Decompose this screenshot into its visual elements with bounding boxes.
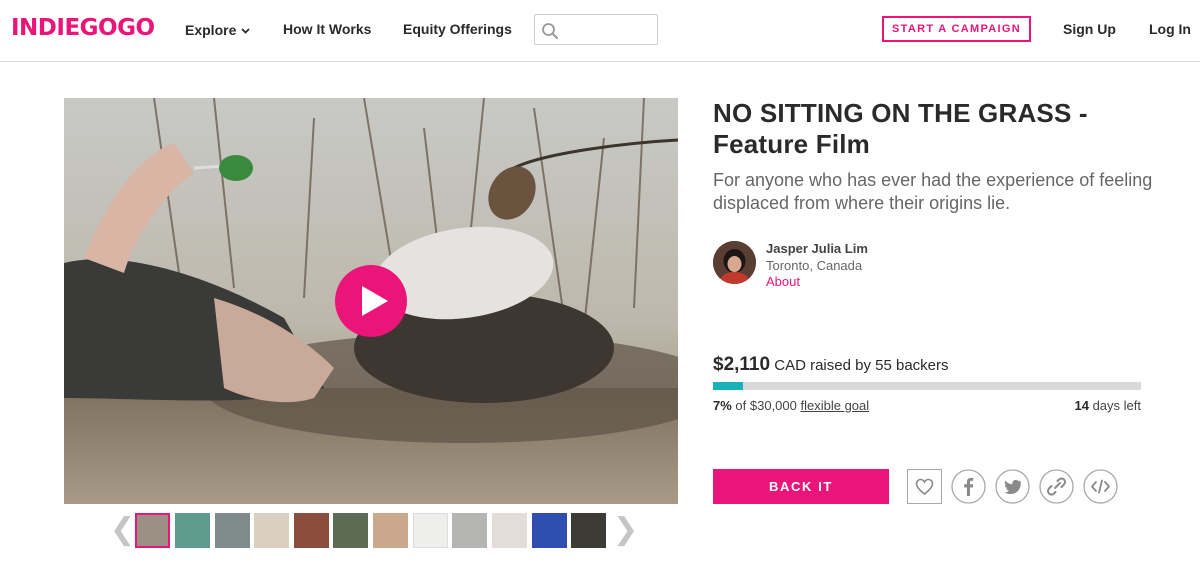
copy-link-button[interactable] — [1039, 469, 1074, 504]
thumbnail-5[interactable] — [294, 513, 329, 548]
thumbnail-12[interactable] — [571, 513, 606, 548]
thumbnail-2[interactable] — [175, 513, 210, 548]
thumbnail-4[interactable] — [254, 513, 289, 548]
nav-equity-offerings[interactable]: Equity Offerings — [403, 21, 512, 37]
funding-progress-bar — [713, 382, 1141, 390]
thumbnail-11[interactable] — [532, 513, 567, 548]
avatar-image — [713, 241, 756, 284]
days-left-label: days left — [1092, 398, 1141, 413]
thumbnail-7[interactable] — [373, 513, 408, 548]
nav-how-it-works[interactable]: How It Works — [283, 21, 371, 37]
goal-amount: of $30,000 — [735, 398, 797, 413]
percent-funded: 7% — [713, 398, 732, 413]
chevron-down-icon — [241, 21, 250, 37]
thumbnail-8[interactable] — [413, 513, 448, 548]
thumbnails-prev-arrow[interactable]: ❮ — [110, 514, 135, 546]
campaign-title: NO SITTING ON THE GRASS - Feature Film — [713, 98, 1173, 160]
search-box[interactable] — [534, 14, 658, 45]
campaign-video[interactable] — [64, 98, 678, 504]
thumbnail-1[interactable] — [135, 513, 170, 548]
search-input[interactable] — [563, 19, 653, 41]
campaign-title-line1: NO SITTING ON THE GRASS - — [713, 98, 1088, 128]
twitter-icon — [995, 469, 1030, 504]
play-icon — [362, 286, 388, 316]
share-facebook-button[interactable] — [951, 469, 986, 504]
funds-raised: $2,110 CAD raised by 55 backers — [713, 354, 949, 376]
thumbnail-9[interactable] — [452, 513, 487, 548]
thumbnail-6[interactable] — [333, 513, 368, 548]
share-twitter-button[interactable] — [995, 469, 1030, 504]
raised-amount: $2,110 — [713, 354, 771, 375]
log-in-link[interactable]: Log In — [1149, 21, 1191, 37]
flexible-goal-link[interactable]: flexible goal — [801, 398, 870, 413]
thumbnail-3[interactable] — [215, 513, 250, 548]
heart-icon — [907, 469, 942, 504]
days-left: 14 days left — [1074, 398, 1141, 413]
raised-text: CAD raised by 55 backers — [774, 357, 949, 374]
nav-explore-label: Explore — [185, 22, 237, 38]
thumbnail-10[interactable] — [492, 513, 527, 548]
back-it-button[interactable]: BACK IT — [713, 469, 889, 504]
search-icon — [542, 23, 558, 39]
play-button[interactable] — [335, 265, 407, 337]
thumbnails-next-arrow[interactable]: ❯ — [613, 514, 638, 546]
indiegogo-logo[interactable]: INDIEGOGO — [11, 15, 155, 41]
campaign-tagline: For anyone who has ever had the experien… — [713, 170, 1153, 213]
link-icon — [1039, 469, 1074, 504]
facebook-icon — [951, 469, 986, 504]
days-left-count: 14 — [1074, 398, 1089, 413]
site-header: INDIEGOGO Explore How It Works Equity Of… — [0, 0, 1200, 62]
nav-explore[interactable]: Explore — [185, 21, 250, 38]
goal-info: 7% of $30,000 flexible goal — [713, 398, 869, 413]
embed-button[interactable] — [1083, 469, 1118, 504]
avatar[interactable] — [713, 241, 756, 284]
funding-progress-fill — [713, 382, 743, 390]
owner-name[interactable]: Jasper Julia Lim — [766, 241, 868, 256]
campaign-title-line2: Feature Film — [713, 129, 870, 159]
embed-icon — [1083, 469, 1118, 504]
follow-button[interactable] — [907, 469, 942, 504]
start-campaign-button[interactable]: START A CAMPAIGN — [882, 16, 1031, 42]
owner-location: Toronto, Canada — [766, 258, 863, 273]
owner-about-link[interactable]: About — [766, 274, 800, 289]
sign-up-link[interactable]: Sign Up — [1063, 21, 1116, 37]
